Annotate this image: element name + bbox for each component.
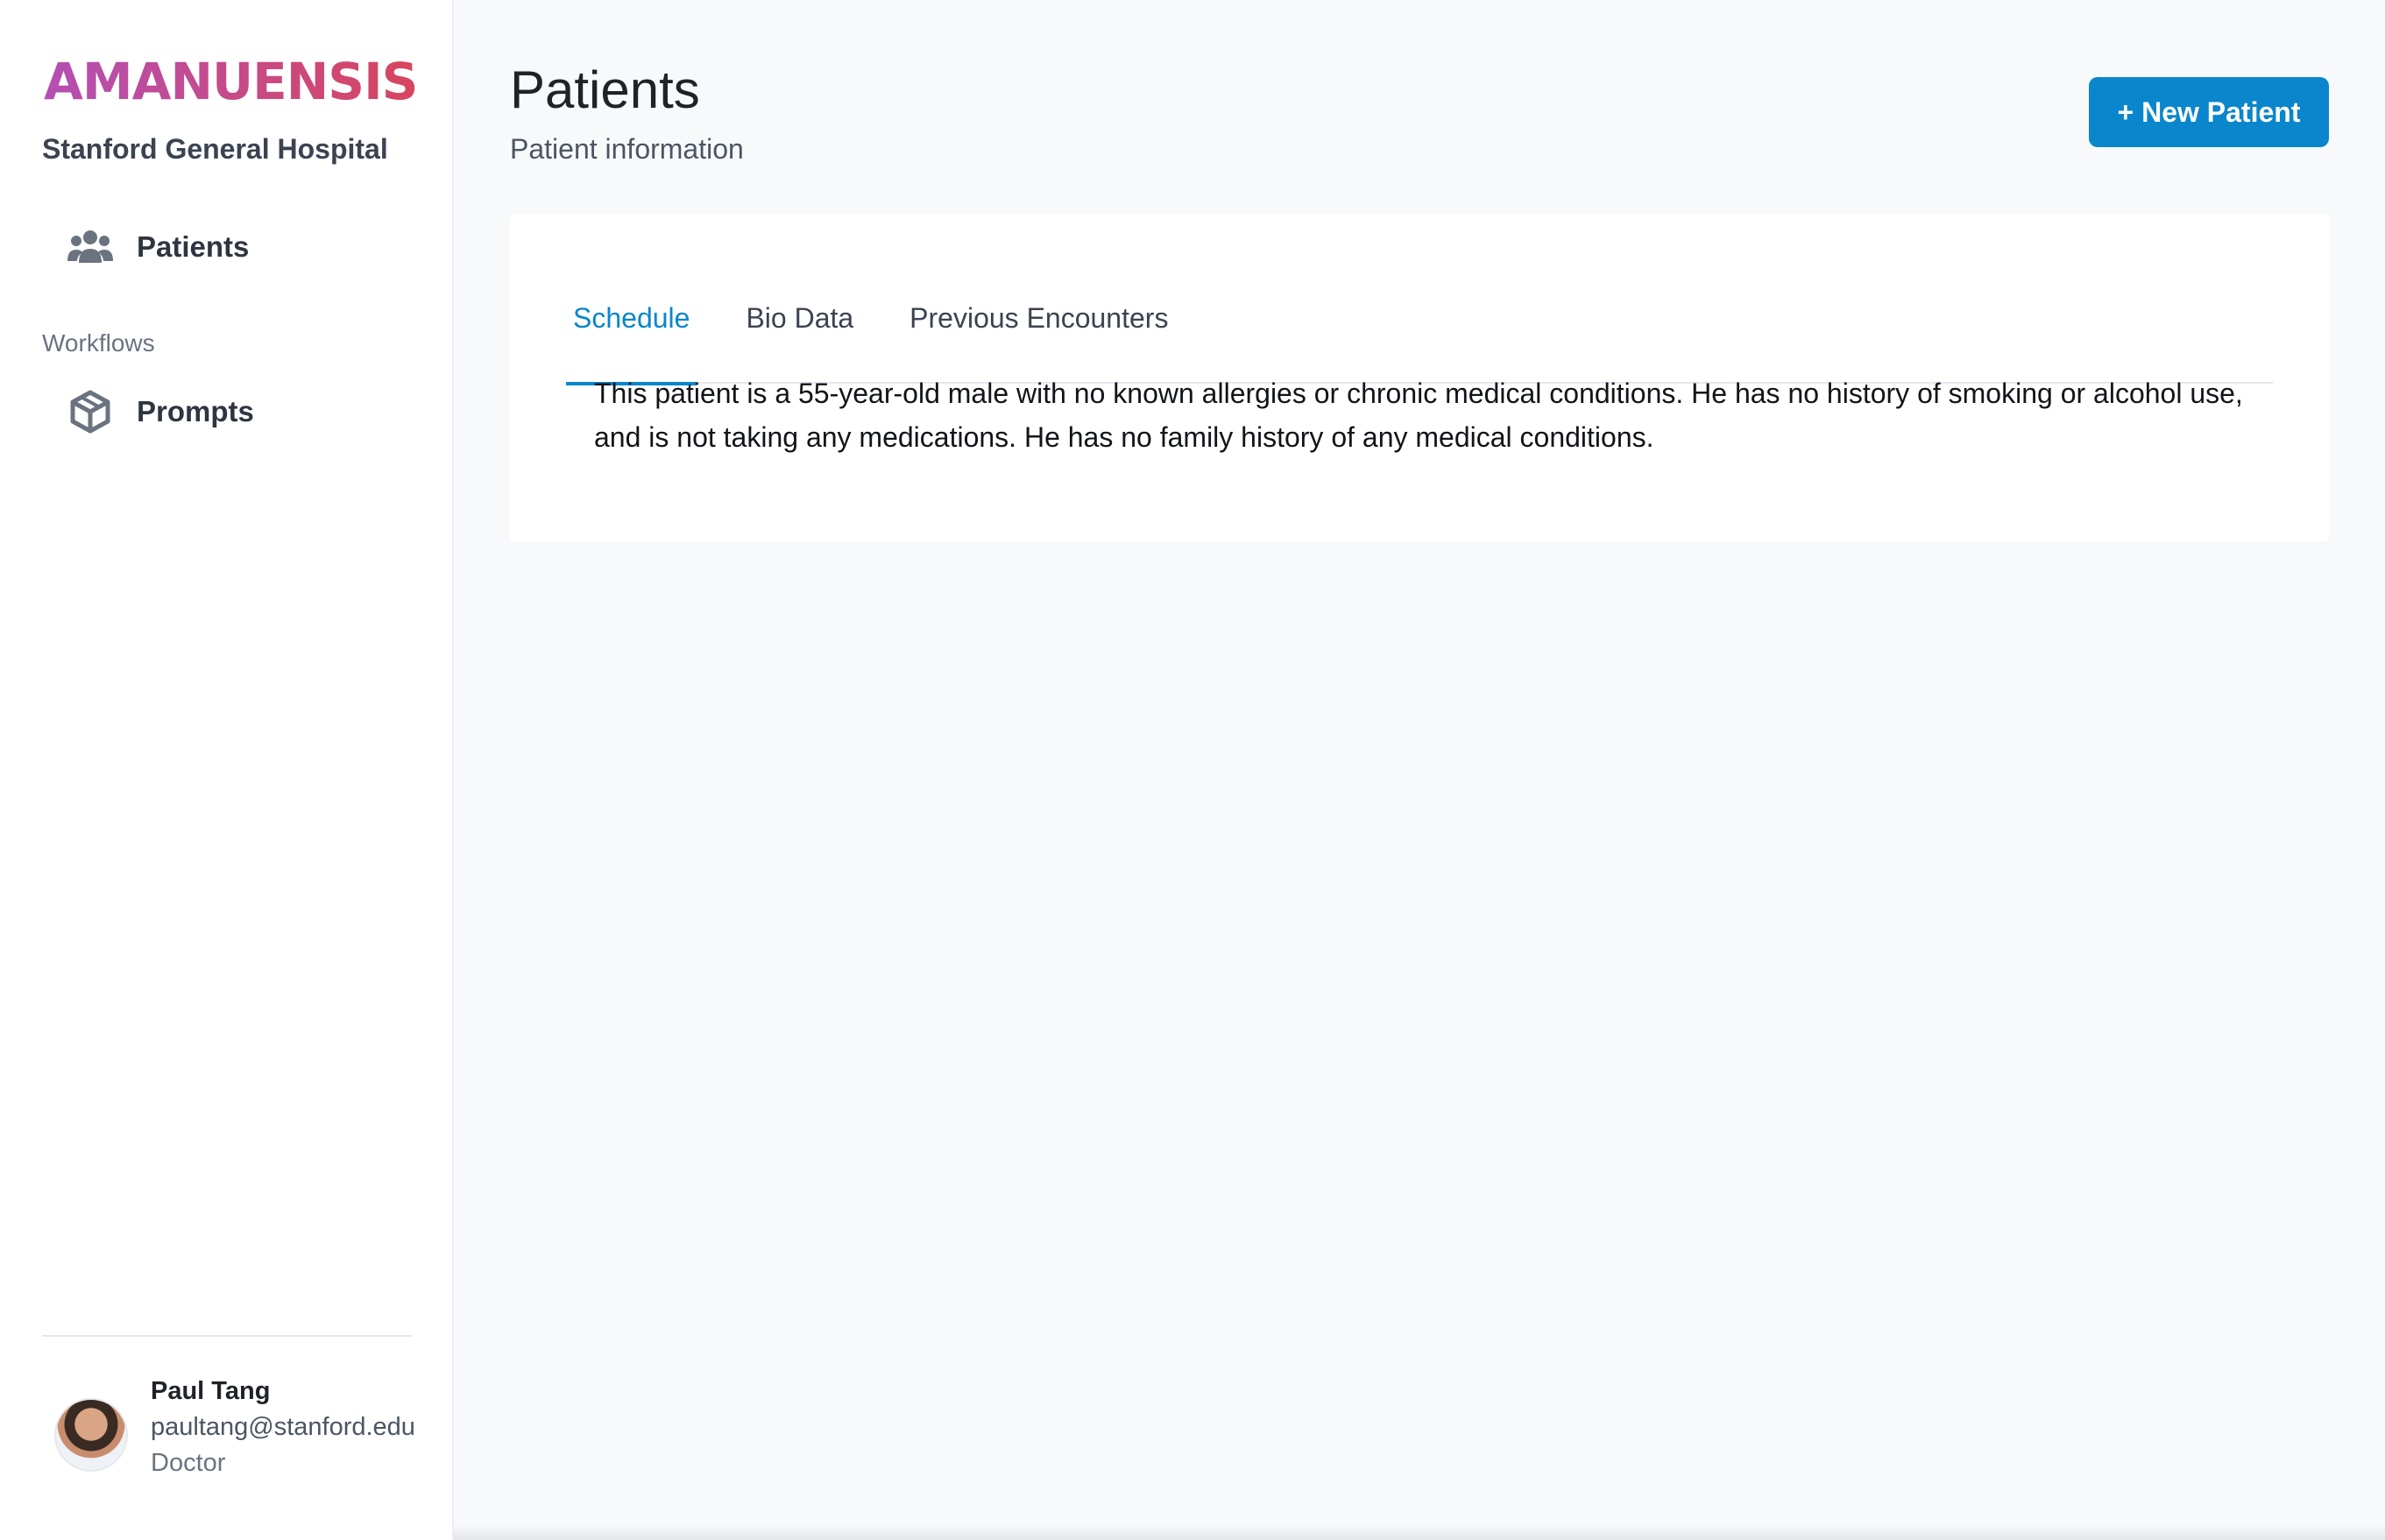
sidebar-item-label: Prompts	[137, 395, 254, 427]
patient-card: Schedule Bio Data Previous Encounters Th…	[510, 214, 2329, 541]
organization-name: Stanford General Hospital	[42, 133, 388, 165]
sidebar-item-label: Patients	[137, 230, 250, 263]
user-email: paultang@stanford.edu	[151, 1413, 415, 1441]
page-title: Patients	[510, 60, 700, 119]
section-label-workflows: Workflows	[42, 329, 155, 357]
avatar	[54, 1398, 128, 1472]
page-subtitle: Patient information	[510, 133, 744, 165]
sidebar-item-patients[interactable]: Patients	[67, 221, 249, 273]
tab-bar: Schedule Bio Data Previous Encounters	[566, 252, 2273, 385]
cube-icon	[67, 388, 114, 435]
tab-bio-data[interactable]: Bio Data	[739, 252, 860, 384]
tab-schedule[interactable]: Schedule	[566, 252, 697, 385]
sidebar-item-prompts[interactable]: Prompts	[67, 385, 254, 438]
sidebar-divider	[42, 1335, 412, 1337]
patient-summary-text: This patient is a 55-year-old male with …	[594, 378, 2243, 453]
app-root: AMANUENSIS Stanford General Hospital Pat…	[0, 0, 2385, 1540]
main-content: Patients Patient information + New Patie…	[454, 0, 2385, 1540]
new-patient-button[interactable]: + New Patient	[2089, 77, 2329, 147]
sidebar: AMANUENSIS Stanford General Hospital Pat…	[0, 0, 454, 1540]
user-role: Doctor	[151, 1449, 226, 1477]
user-profile[interactable]: Paul Tang paultang@stanford.edu Doctor	[54, 1377, 415, 1478]
user-name: Paul Tang	[151, 1377, 271, 1405]
brand-logo: AMANUENSIS	[44, 52, 418, 111]
bottom-edge-shadow	[454, 1524, 2385, 1540]
users-icon	[67, 223, 114, 271]
tab-previous-encounters[interactable]: Previous Encounters	[902, 252, 1175, 384]
